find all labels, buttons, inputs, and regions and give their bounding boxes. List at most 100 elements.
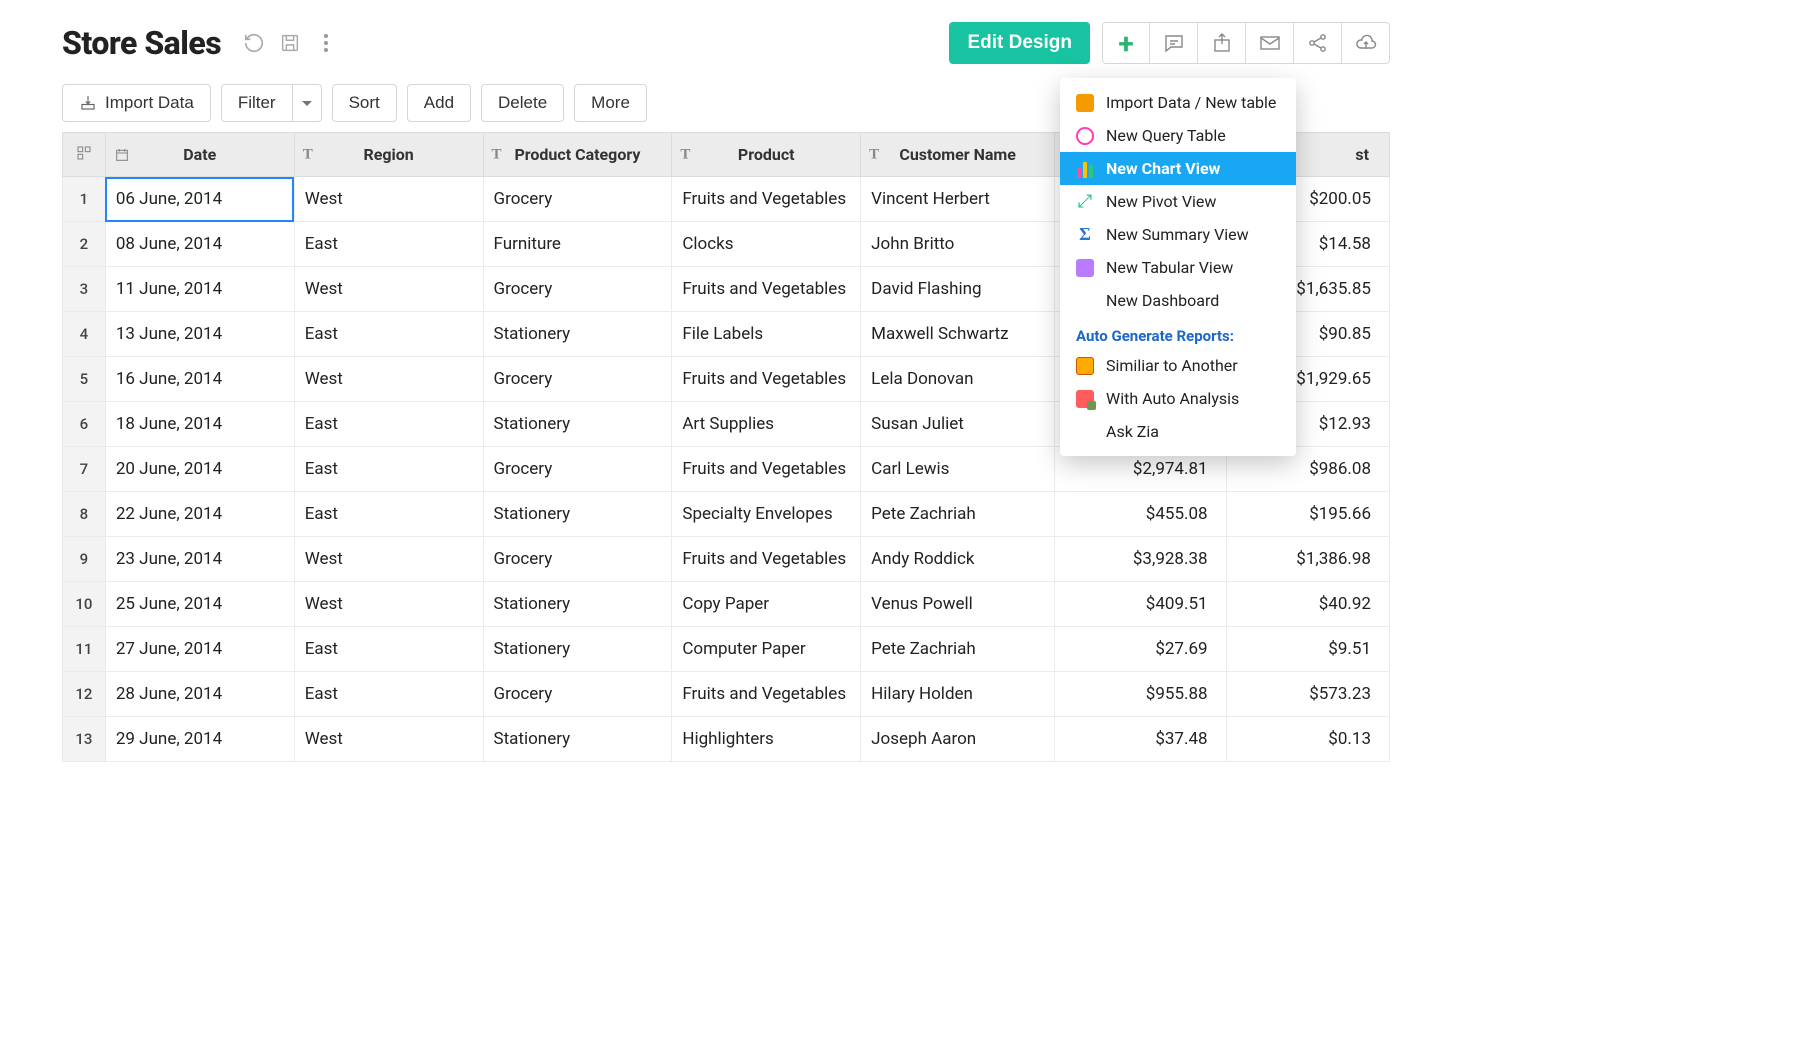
cell-region[interactable]: East	[294, 627, 483, 672]
cell-region[interactable]: West	[294, 582, 483, 627]
cell-region[interactable]: East	[294, 447, 483, 492]
cell-sales[interactable]: $955.88	[1055, 672, 1226, 717]
cell-region[interactable]: East	[294, 312, 483, 357]
cell-cost[interactable]: $0.13	[1226, 717, 1389, 762]
cell-product[interactable]: Computer Paper	[672, 627, 861, 672]
cell-date[interactable]: 16 June, 2014	[105, 357, 294, 402]
cell-date[interactable]: 06 June, 2014	[105, 177, 294, 222]
cell-product[interactable]: Fruits and Vegetables	[672, 672, 861, 717]
menu-new-dashboard[interactable]: New Dashboard	[1060, 284, 1296, 317]
col-header-region[interactable]: T Region	[294, 133, 483, 177]
cell-cost[interactable]: $195.66	[1226, 492, 1389, 537]
cell-sales[interactable]: $3,928.38	[1055, 537, 1226, 582]
edit-design-button[interactable]: Edit Design	[949, 22, 1090, 64]
cell-date[interactable]: 13 June, 2014	[105, 312, 294, 357]
cell-customer[interactable]: David Flashing	[861, 267, 1055, 312]
cell-region[interactable]: East	[294, 402, 483, 447]
cell-date[interactable]: 27 June, 2014	[105, 627, 294, 672]
filter-caret-icon[interactable]	[293, 85, 321, 121]
cell-date[interactable]: 29 June, 2014	[105, 717, 294, 762]
cell-customer[interactable]: Maxwell Schwartz	[861, 312, 1055, 357]
cell-customer[interactable]: Lela Donovan	[861, 357, 1055, 402]
cell-product[interactable]: Clocks	[672, 222, 861, 267]
cell-cost[interactable]: $1,386.98	[1226, 537, 1389, 582]
cell-category[interactable]: Stationery	[483, 312, 672, 357]
cell-sales[interactable]: $455.08	[1055, 492, 1226, 537]
more-options-icon[interactable]	[315, 32, 337, 54]
cell-region[interactable]: West	[294, 357, 483, 402]
cell-date[interactable]: 25 June, 2014	[105, 582, 294, 627]
cell-category[interactable]: Grocery	[483, 267, 672, 312]
rownum-header[interactable]	[63, 133, 106, 177]
cell-date[interactable]: 11 June, 2014	[105, 267, 294, 312]
cell-product[interactable]: Copy Paper	[672, 582, 861, 627]
save-icon[interactable]	[279, 32, 301, 54]
comment-icon[interactable]	[1150, 22, 1198, 64]
export-icon[interactable]	[1198, 22, 1246, 64]
col-header-category[interactable]: T Product Category	[483, 133, 672, 177]
add-button[interactable]: Add	[407, 84, 471, 122]
cell-customer[interactable]: John Britto	[861, 222, 1055, 267]
cell-region[interactable]: West	[294, 717, 483, 762]
cell-date[interactable]: 08 June, 2014	[105, 222, 294, 267]
cell-cost[interactable]: $573.23	[1226, 672, 1389, 717]
cell-product[interactable]: Fruits and Vegetables	[672, 537, 861, 582]
table-row[interactable]: 11 27 June, 2014 East Stationery Compute…	[63, 627, 1390, 672]
cell-date[interactable]: 23 June, 2014	[105, 537, 294, 582]
table-row[interactable]: 9 23 June, 2014 West Grocery Fruits and …	[63, 537, 1390, 582]
cell-category[interactable]: Grocery	[483, 357, 672, 402]
menu-new-summary-view[interactable]: Σ New Summary View	[1060, 218, 1296, 251]
cell-product[interactable]: File Labels	[672, 312, 861, 357]
cell-product[interactable]: Fruits and Vegetables	[672, 177, 861, 222]
cell-region[interactable]: West	[294, 177, 483, 222]
table-row[interactable]: 8 22 June, 2014 East Stationery Specialt…	[63, 492, 1390, 537]
cell-customer[interactable]: Joseph Aaron	[861, 717, 1055, 762]
cell-category[interactable]: Stationery	[483, 402, 672, 447]
cell-product[interactable]: Fruits and Vegetables	[672, 267, 861, 312]
filter-main[interactable]: Filter	[222, 85, 293, 121]
import-data-button[interactable]: Import Data	[62, 84, 211, 122]
menu-new-tabular-view[interactable]: New Tabular View	[1060, 251, 1296, 284]
cell-date[interactable]: 22 June, 2014	[105, 492, 294, 537]
menu-import-data-new-table[interactable]: Import Data / New table	[1060, 86, 1296, 119]
cell-product[interactable]: Fruits and Vegetables	[672, 447, 861, 492]
cell-category[interactable]: Furniture	[483, 222, 672, 267]
cell-cost[interactable]: $40.92	[1226, 582, 1389, 627]
more-button[interactable]: More	[574, 84, 647, 122]
menu-ask-zia[interactable]: Ask Zia	[1060, 415, 1296, 448]
cell-sales[interactable]: $409.51	[1055, 582, 1226, 627]
cell-category[interactable]: Grocery	[483, 672, 672, 717]
delete-button[interactable]: Delete	[481, 84, 564, 122]
cell-category[interactable]: Grocery	[483, 177, 672, 222]
cell-region[interactable]: East	[294, 492, 483, 537]
menu-new-query-table[interactable]: New Query Table	[1060, 119, 1296, 152]
filter-button[interactable]: Filter	[221, 84, 322, 122]
cell-customer[interactable]: Pete Zachriah	[861, 627, 1055, 672]
refresh-icon[interactable]	[243, 32, 265, 54]
cell-product[interactable]: Highlighters	[672, 717, 861, 762]
cell-category[interactable]: Grocery	[483, 447, 672, 492]
cell-date[interactable]: 28 June, 2014	[105, 672, 294, 717]
cell-sales[interactable]: $27.69	[1055, 627, 1226, 672]
table-row[interactable]: 13 29 June, 2014 West Stationery Highlig…	[63, 717, 1390, 762]
table-row[interactable]: 12 28 June, 2014 East Grocery Fruits and…	[63, 672, 1390, 717]
mail-icon[interactable]	[1246, 22, 1294, 64]
col-header-product[interactable]: T Product	[672, 133, 861, 177]
cell-product[interactable]: Art Supplies	[672, 402, 861, 447]
cell-category[interactable]: Stationery	[483, 492, 672, 537]
cell-category[interactable]: Grocery	[483, 537, 672, 582]
cell-region[interactable]: East	[294, 222, 483, 267]
plus-icon[interactable]: +	[1102, 22, 1150, 64]
cell-region[interactable]: West	[294, 267, 483, 312]
cell-category[interactable]: Stationery	[483, 717, 672, 762]
cell-product[interactable]: Specialty Envelopes	[672, 492, 861, 537]
cell-cost[interactable]: $9.51	[1226, 627, 1389, 672]
cell-sales[interactable]: $37.48	[1055, 717, 1226, 762]
cell-product[interactable]: Fruits and Vegetables	[672, 357, 861, 402]
cell-region[interactable]: East	[294, 672, 483, 717]
cell-customer[interactable]: Vincent Herbert	[861, 177, 1055, 222]
cell-customer[interactable]: Susan Juliet	[861, 402, 1055, 447]
sort-button[interactable]: Sort	[332, 84, 397, 122]
menu-similar-to-another[interactable]: Similiar to Another	[1060, 349, 1296, 382]
col-header-customer[interactable]: T Customer Name	[861, 133, 1055, 177]
